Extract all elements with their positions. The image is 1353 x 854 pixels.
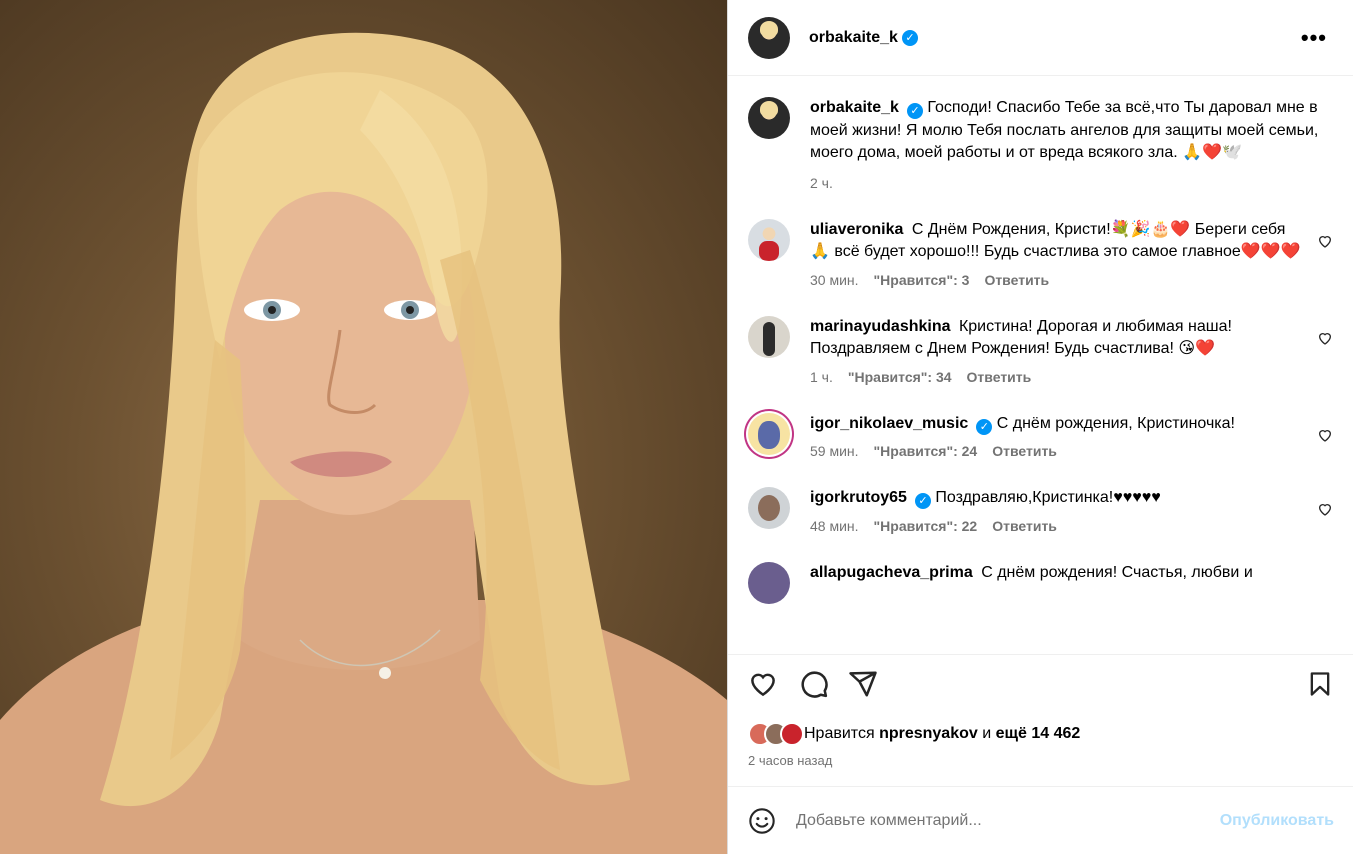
like-comment-heart-icon[interactable] bbox=[1317, 330, 1333, 346]
comment-meta: 59 мин. "Нравится": 24 Ответить bbox=[810, 443, 1303, 459]
comment-item: uliaveronika С Днём Рождения, Кристи!💐🎉🎂… bbox=[748, 218, 1333, 288]
action-icons bbox=[748, 669, 1334, 705]
bookmark-icon[interactable] bbox=[1306, 669, 1334, 699]
author-avatar[interactable] bbox=[748, 16, 790, 59]
likes-prefix: Нравится bbox=[804, 725, 875, 742]
comment-text: igor_nikolaev_music ✓ С днём рождения, Кр… bbox=[810, 413, 1303, 436]
likes-joiner: и bbox=[982, 725, 992, 742]
post-time[interactable]: 2 часов назад bbox=[748, 753, 832, 768]
liker-avatars bbox=[748, 722, 804, 746]
author-username[interactable]: orbakaite_k bbox=[809, 29, 898, 47]
verified-icon: ✓ bbox=[976, 418, 993, 435]
comment-meta: 48 мин. "Нравится": 22 Ответить bbox=[810, 518, 1303, 534]
liker-username[interactable]: npresnyakov bbox=[879, 725, 978, 743]
comment-text: igorkrutoy65 ✓ Поздравляю,Кристинка!♥♥♥♥♥ bbox=[810, 487, 1303, 510]
comment-avatar[interactable] bbox=[748, 218, 790, 261]
caption-avatar[interactable] bbox=[748, 97, 790, 139]
comment-username[interactable]: allapugacheva_prima bbox=[810, 564, 973, 581]
comment-username[interactable]: igorkrutoy65 bbox=[810, 489, 907, 506]
comment-avatar[interactable] bbox=[748, 315, 790, 358]
share-send-icon[interactable] bbox=[848, 669, 878, 699]
verified-icon: ✓ bbox=[901, 29, 918, 46]
caption-text: orbakaite_k ✓ Господи! Спасибо Тебе за вс… bbox=[810, 97, 1323, 165]
add-comment-bar: Опубликовать bbox=[728, 786, 1353, 854]
like-comment-heart-icon[interactable] bbox=[1317, 427, 1333, 443]
comment-likes[interactable]: "Нравится": 22 bbox=[874, 518, 978, 534]
caption-meta: 2 ч. bbox=[810, 175, 1323, 191]
comment-likes[interactable]: "Нравится": 3 bbox=[874, 272, 970, 288]
likes-summary[interactable]: Нравится npresnyakov и ещё 14 462 bbox=[748, 722, 1080, 746]
post-photo[interactable] bbox=[0, 0, 727, 854]
publish-button[interactable]: Опубликовать bbox=[1220, 812, 1334, 830]
comment-likes[interactable]: "Нравится": 24 bbox=[874, 443, 978, 459]
comment-avatar[interactable] bbox=[748, 561, 790, 604]
comment-time[interactable]: 1 ч. bbox=[810, 369, 833, 385]
comment-avatar[interactable] bbox=[748, 487, 790, 529]
comment-body: С днём рождения, Кристиночка! bbox=[996, 414, 1235, 432]
comment-text: allapugacheva_prima С днём рождения! Сча… bbox=[810, 562, 1303, 585]
portrait-image bbox=[0, 32, 727, 854]
verified-icon: ✓ bbox=[914, 493, 931, 509]
comment-icon[interactable] bbox=[799, 669, 829, 699]
comment-meta: 30 мин. "Нравится": 3 Ответить bbox=[810, 272, 1303, 288]
caption-username[interactable]: orbakaite_k bbox=[810, 99, 899, 116]
comment-avatar[interactable] bbox=[748, 412, 790, 455]
comment-username[interactable]: uliaveronika bbox=[810, 221, 903, 238]
reply-button[interactable]: Ответить bbox=[992, 518, 1057, 534]
post-panel: orbakaite_k ✓ ••• orbakaite_k ✓ Господи! … bbox=[727, 0, 1353, 854]
caption: orbakaite_k ✓ Господи! Спасибо Тебе за вс… bbox=[748, 97, 1333, 191]
comment-item: allapugacheva_prima С днём рождения! Сча… bbox=[748, 561, 1333, 604]
comment-body: С днём рождения! Счастья, любви и bbox=[981, 563, 1253, 581]
more-icon[interactable]: ••• bbox=[1301, 25, 1333, 51]
post-actions: Нравится npresnyakov и ещё 14 462 2 часо… bbox=[728, 654, 1353, 804]
comment-username[interactable]: igor_nikolaev_music bbox=[810, 415, 968, 432]
emoji-icon[interactable] bbox=[748, 807, 776, 835]
reply-button[interactable]: Ответить bbox=[984, 272, 1049, 288]
comment-text: uliaveronika С Днём Рождения, Кристи!💐🎉🎂… bbox=[810, 219, 1303, 264]
comment-item: igorkrutoy65 ✓ Поздравляю,Кристинка!♥♥♥♥♥… bbox=[748, 487, 1333, 534]
comment-time[interactable]: 59 мин. bbox=[810, 443, 859, 459]
likes-count[interactable]: ещё 14 462 bbox=[996, 725, 1081, 743]
like-heart-icon[interactable] bbox=[748, 669, 778, 699]
reply-button[interactable]: Ответить bbox=[967, 369, 1032, 385]
comment-time[interactable]: 48 мин. bbox=[810, 518, 859, 534]
comment-text: marinayudashkina Кристина! Дорогая и люб… bbox=[810, 316, 1303, 361]
comments-list[interactable]: orbakaite_k ✓ Господи! Спасибо Тебе за вс… bbox=[728, 76, 1353, 654]
comment-input[interactable] bbox=[796, 811, 1220, 830]
comment-item: igor_nikolaev_music ✓ С днём рождения, Кр… bbox=[748, 412, 1333, 459]
caption-time[interactable]: 2 ч. bbox=[810, 175, 833, 191]
comment-body: Поздравляю,Кристинка!♥♥♥♥♥ bbox=[935, 489, 1161, 506]
comment-likes[interactable]: "Нравится": 34 bbox=[848, 369, 952, 385]
comment-time[interactable]: 30 мин. bbox=[810, 272, 859, 288]
like-comment-heart-icon[interactable] bbox=[1317, 501, 1333, 517]
like-comment-heart-icon[interactable] bbox=[1317, 233, 1333, 249]
comment-meta: 1 ч. "Нравится": 34 Ответить bbox=[810, 369, 1303, 385]
verified-icon: ✓ bbox=[906, 103, 923, 119]
comment-item: marinayudashkina Кристина! Дорогая и люб… bbox=[748, 315, 1333, 385]
comment-username[interactable]: marinayudashkina bbox=[810, 318, 951, 335]
reply-button[interactable]: Ответить bbox=[992, 443, 1057, 459]
post-header: orbakaite_k ✓ ••• bbox=[728, 0, 1353, 76]
